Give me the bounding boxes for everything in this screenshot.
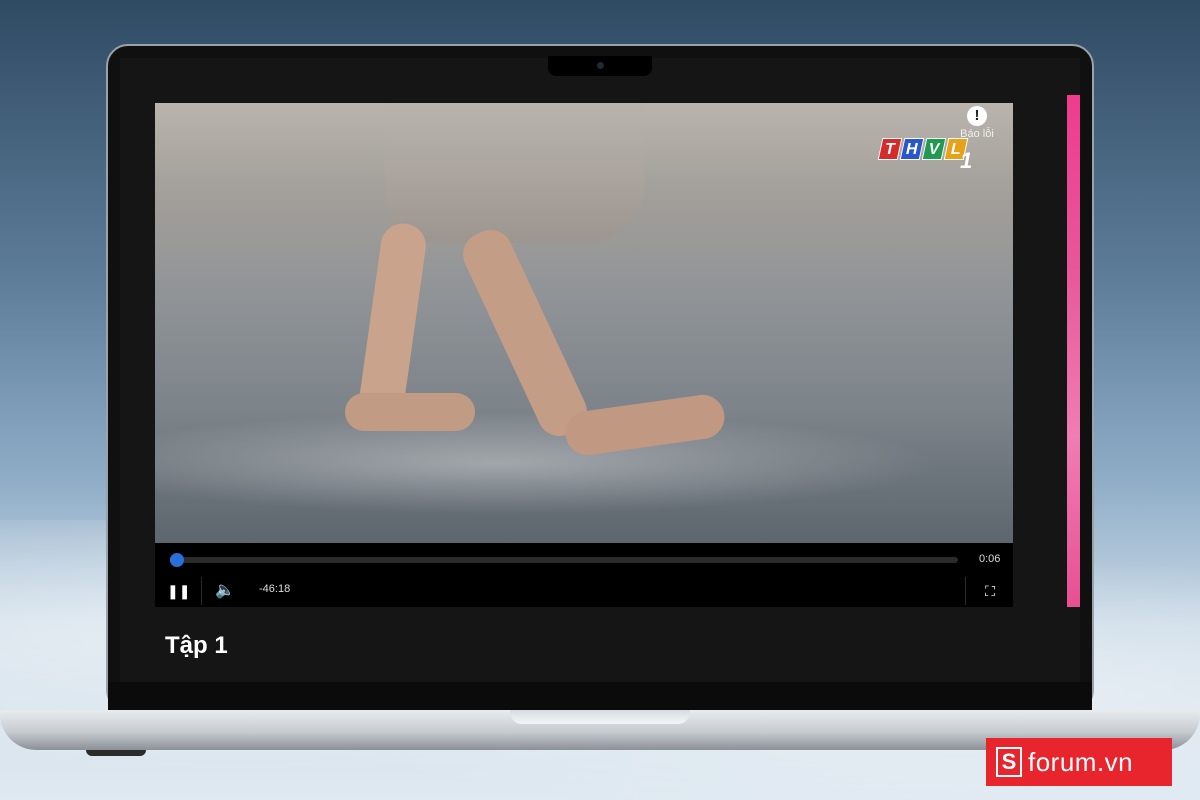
video-frame[interactable] <box>155 103 1013 543</box>
report-error-button[interactable]: ! Báo lỗi <box>956 106 998 140</box>
laptop-bezel-bottom <box>108 682 1092 710</box>
player-controls: 0:06 ❚❚ 🔈 -46:18 ⛶ <box>155 543 1013 607</box>
skirt-shape <box>385 103 645 243</box>
logo-letter: H <box>899 138 925 160</box>
channel-logo-number: 1 <box>960 148 973 173</box>
control-divider <box>965 577 966 605</box>
volume-button[interactable]: 🔈 <box>213 581 237 601</box>
alert-icon: ! <box>967 106 987 126</box>
control-divider <box>201 577 202 605</box>
laptop-foot <box>86 750 146 756</box>
left-foot-shape <box>345 393 475 431</box>
fullscreen-button[interactable]: ⛶ <box>979 581 1001 601</box>
pause-icon: ❚❚ <box>167 583 191 599</box>
watermark-text: forum.vn <box>1028 746 1134 777</box>
camera-icon <box>597 62 604 69</box>
sforum-watermark: S forum.vn <box>986 738 1172 786</box>
pause-button[interactable]: ❚❚ <box>167 581 191 601</box>
progress-bar[interactable] <box>170 553 958 567</box>
sforum-logo-icon: S <box>996 747 1022 777</box>
side-banner <box>1067 95 1080 607</box>
elapsed-time: 0:06 <box>979 553 1001 565</box>
logo-letter: T <box>877 138 903 160</box>
episode-title: Tập 1 <box>165 632 228 659</box>
logo-letter: V <box>921 138 947 160</box>
fullscreen-icon: ⛶ <box>985 583 995 599</box>
progress-handle[interactable] <box>170 553 185 567</box>
remaining-time: -46:18 <box>259 583 291 595</box>
laptop-base-notch <box>510 710 690 724</box>
volume-icon: 🔈 <box>215 582 235 599</box>
channel-logo: T H V L <box>877 138 969 164</box>
